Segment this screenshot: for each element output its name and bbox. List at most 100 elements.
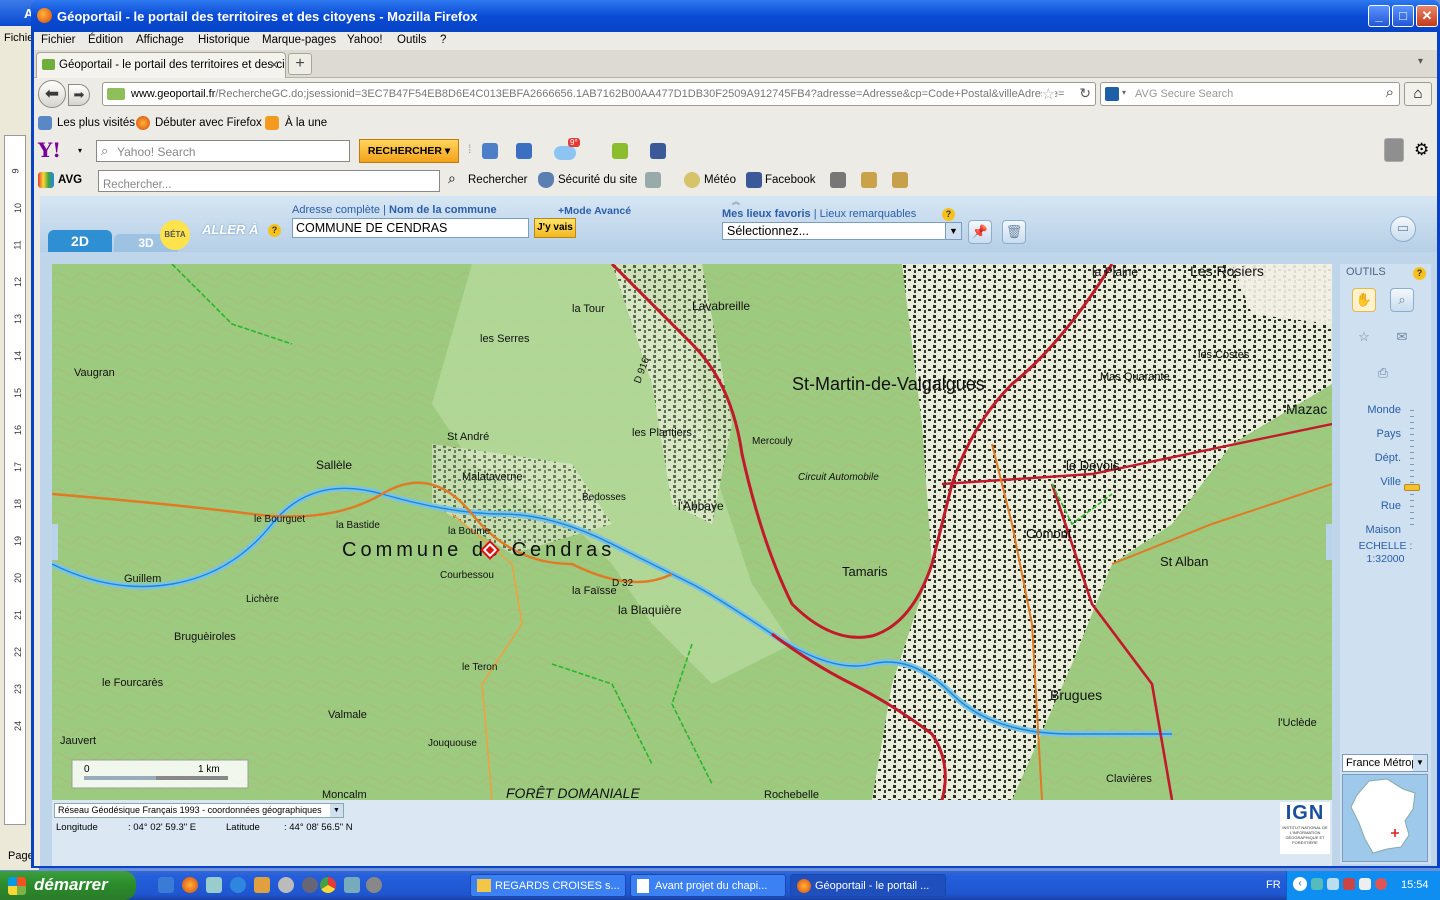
- zoom-rue[interactable]: Rue: [1381, 500, 1401, 512]
- reload-icon[interactable]: ↻: [1079, 85, 1091, 102]
- zoom-dept[interactable]: Dépt.: [1375, 452, 1401, 464]
- map-view[interactable]: Commune de Cendras St-Martin-de-Valgalgu…: [52, 264, 1332, 800]
- security-alert-icon[interactable]: [1343, 878, 1355, 890]
- menu-yahoo[interactable]: Yahoo!: [347, 34, 383, 46]
- antivirus-icon[interactable]: [1375, 878, 1387, 890]
- mail-icon[interactable]: [516, 143, 532, 159]
- new-tab-button[interactable]: +: [288, 53, 312, 75]
- notes-icon[interactable]: [861, 172, 877, 188]
- yahoo-search-input[interactable]: ⌕ Yahoo! Search: [96, 140, 350, 162]
- app-icon[interactable]: [254, 877, 270, 893]
- clock[interactable]: 15:54: [1401, 879, 1429, 891]
- network-icon[interactable]: [1311, 878, 1323, 890]
- flickr-icon[interactable]: [612, 143, 628, 159]
- ign-logo[interactable]: IGN INSTITUT NATIONAL DE L'INFORMATION G…: [1280, 802, 1330, 854]
- media-icon[interactable]: [302, 877, 318, 893]
- task-geoportail[interactable]: Géoportail - le portail ...: [790, 874, 946, 897]
- pin-icon[interactable]: 📌: [968, 220, 992, 244]
- gear-icon[interactable]: ⚙: [1414, 140, 1429, 160]
- bookmark-star-icon[interactable]: ☆: [1041, 85, 1055, 103]
- firefox-icon[interactable]: [182, 877, 198, 893]
- zoom-ville[interactable]: Ville: [1380, 476, 1401, 488]
- avg-search-engine-icon[interactable]: [1105, 87, 1119, 101]
- zoom-slider-track[interactable]: [1410, 410, 1414, 530]
- help-icon[interactable]: ?: [1413, 267, 1426, 280]
- star-icon[interactable]: ☆: [1352, 326, 1376, 350]
- menu-help[interactable]: ?: [440, 34, 446, 46]
- yahoo-logo[interactable]: Y!: [38, 138, 61, 162]
- close-button[interactable]: ✕: [1416, 5, 1438, 27]
- bookmark-headlines[interactable]: À la une: [285, 117, 327, 129]
- favorites-link[interactable]: Mes lieux favoris: [722, 208, 811, 220]
- bookmarks-icon[interactable]: [482, 143, 498, 159]
- back-button[interactable]: ⬅: [38, 80, 66, 108]
- addr-full-link[interactable]: Adresse complète: [292, 204, 380, 216]
- zoom-pays[interactable]: Pays: [1377, 428, 1401, 440]
- minimize-button[interactable]: _: [1368, 5, 1390, 27]
- menu-fichier[interactable]: Fichier: [41, 34, 76, 46]
- print-icon[interactable]: ⎙: [1371, 362, 1395, 386]
- trash-icon[interactable]: [645, 172, 661, 188]
- help-icon[interactable]: ?: [942, 208, 955, 221]
- forward-button[interactable]: ➡: [68, 84, 90, 106]
- app-icon[interactable]: [206, 877, 222, 893]
- wireless-icon[interactable]: [1327, 878, 1339, 890]
- envelope-icon[interactable]: ✉: [1390, 326, 1414, 350]
- weather-icon[interactable]: 9°: [554, 138, 582, 160]
- yahoo-menu-dropdown-icon[interactable]: ▾: [78, 146, 82, 155]
- chrome-icon[interactable]: [320, 877, 336, 893]
- zoom-maison[interactable]: Maison: [1366, 524, 1401, 536]
- tab-close-icon[interactable]: ✕: [269, 58, 279, 72]
- avg-search-button[interactable]: Rechercher: [468, 174, 527, 186]
- projection-select[interactable]: Réseau Géodésique Français 1993 - coordo…: [54, 803, 344, 818]
- avg-logo[interactable]: AVG: [58, 174, 82, 186]
- zoom-icon[interactable]: ⌕: [1390, 288, 1414, 312]
- yahoo-search-button[interactable]: RECHERCHER ▾: [359, 139, 459, 163]
- menu-marque-pages[interactable]: Marque-pages: [262, 34, 336, 46]
- avg-facebook[interactable]: Facebook: [765, 174, 816, 186]
- avg-site-safety[interactable]: Sécurité du site: [558, 174, 637, 186]
- search-box[interactable]: ▾ AVG Secure Search ⌕: [1100, 82, 1400, 106]
- addr-commune-link[interactable]: Nom de la commune: [389, 204, 497, 216]
- left-pan-handle[interactable]: [52, 524, 58, 560]
- tray-expand-icon[interactable]: ‹: [1293, 877, 1307, 891]
- title-bar[interactable]: Géoportail - le portail des territoires …: [31, 0, 1440, 32]
- tab-list-icon[interactable]: ▾: [1418, 56, 1423, 67]
- menu-affichage[interactable]: Affichage: [136, 34, 184, 46]
- advanced-mode-link[interactable]: +Mode Avancé: [558, 205, 631, 217]
- remarkable-places-link[interactable]: Lieux remarquables: [820, 208, 917, 220]
- zoom-monde[interactable]: Monde: [1367, 404, 1401, 416]
- address-input[interactable]: COMMUNE DE CENDRAS: [292, 218, 529, 238]
- list-icon[interactable]: [1384, 138, 1404, 162]
- right-pan-handle[interactable]: [1326, 524, 1332, 560]
- favorites-select[interactable]: Sélectionnez... ▼: [722, 222, 962, 240]
- maximize-button[interactable]: □: [1392, 5, 1414, 27]
- region-select[interactable]: France Métropole ▼: [1342, 754, 1428, 772]
- avg-search-input[interactable]: Rechercher...: [98, 170, 440, 192]
- topographic-map[interactable]: Commune de Cendras St-Martin-de-Valgalgu…: [52, 264, 1332, 800]
- app-icon[interactable]: [344, 877, 360, 893]
- trash-icon[interactable]: 🗑: [1002, 220, 1026, 244]
- bookmark-getting-started[interactable]: Débuter avec Firefox: [155, 117, 262, 129]
- help-icon[interactable]: ?: [268, 224, 281, 237]
- show-desktop-icon[interactable]: [158, 877, 174, 893]
- language-indicator[interactable]: FR: [1266, 879, 1281, 891]
- magnifier-icon[interactable]: ⌕: [1386, 84, 1394, 101]
- zoom-slider-thumb[interactable]: [1404, 484, 1420, 491]
- ie-icon[interactable]: [230, 877, 246, 893]
- chat-icon[interactable]: [892, 172, 908, 188]
- collapse-header-icon[interactable]: ︽: [722, 196, 750, 206]
- app-icon[interactable]: [366, 877, 382, 893]
- overview-minimap[interactable]: [1342, 774, 1428, 862]
- app-icon[interactable]: [278, 877, 294, 893]
- site-identity-icon[interactable]: [107, 88, 125, 100]
- hand-pan-icon[interactable]: ✋: [1352, 288, 1376, 312]
- start-button[interactable]: démarrer: [0, 871, 136, 900]
- task-avant-projet[interactable]: Avant projet du chapi...: [630, 874, 786, 897]
- tab-2d[interactable]: 2D: [48, 230, 112, 252]
- background-menu[interactable]: Fichie: [4, 32, 33, 44]
- go-button[interactable]: J'y vais: [534, 218, 576, 238]
- volume-icon[interactable]: [1359, 878, 1371, 890]
- tab-geoportail[interactable]: Géoportail - le portail des territoires …: [36, 52, 286, 78]
- search-engine-dropdown-icon[interactable]: ▾: [1122, 88, 1126, 97]
